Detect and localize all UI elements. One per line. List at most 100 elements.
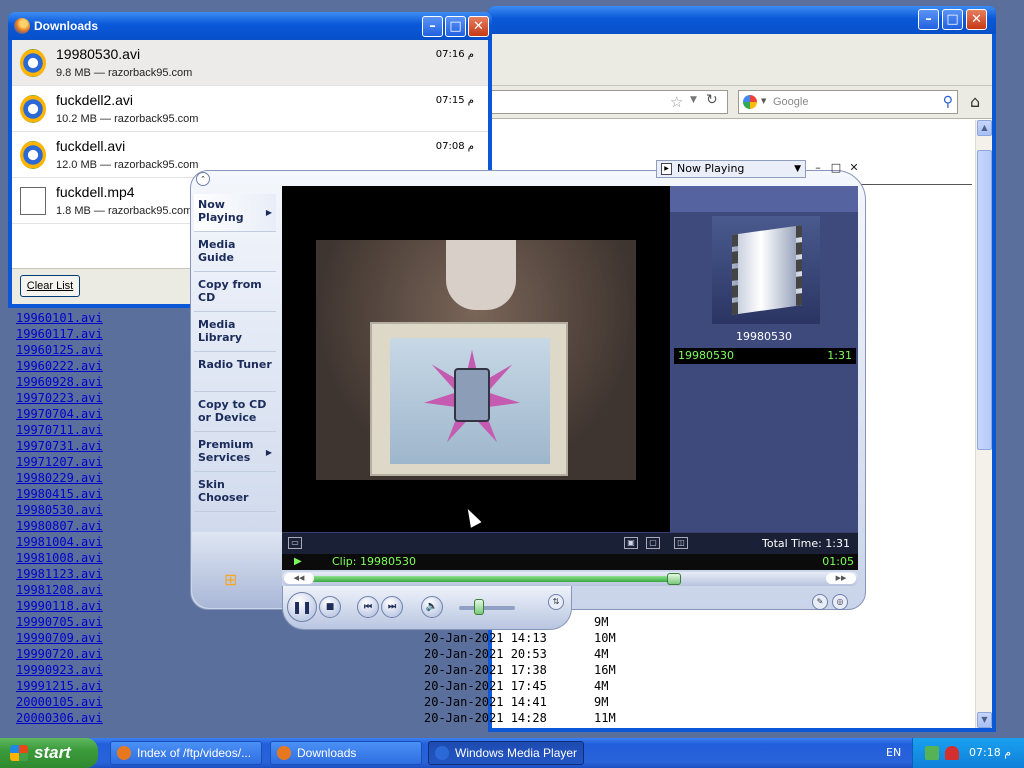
visualization-icon[interactable]: ▣ xyxy=(624,537,638,549)
scroll-thumb[interactable] xyxy=(977,150,992,450)
file-link[interactable]: 19971207.avi xyxy=(16,454,103,470)
file-link[interactable]: 19970711.avi xyxy=(16,422,103,438)
compact-mode-icon[interactable]: ◎ xyxy=(832,594,848,610)
task-skin-chooser[interactable]: Skin Chooser xyxy=(194,474,276,512)
maximize-button[interactable]: □ xyxy=(445,16,466,37)
start-button[interactable]: start xyxy=(0,738,98,768)
close-button[interactable]: ✕ xyxy=(846,160,862,176)
seek-thumb[interactable] xyxy=(667,573,681,585)
scroll-up-button[interactable]: ▲ xyxy=(977,120,992,136)
file-link[interactable]: 19990709.avi xyxy=(16,630,103,646)
file-link[interactable]: 20000306.avi xyxy=(16,710,103,726)
next-button[interactable]: ⏭ xyxy=(381,596,403,618)
listing-row: 19990923.avi 20-Jan-2021 17:38 16M xyxy=(10,662,650,678)
minimize-button[interactable]: – xyxy=(422,16,443,37)
close-button[interactable]: ✕ xyxy=(468,16,489,37)
listing-row: 20000105.avi 20-Jan-2021 14:41 9M xyxy=(10,694,650,710)
file-link[interactable]: 19991215.avi xyxy=(16,678,103,694)
show-menu-icon[interactable]: ▭ xyxy=(288,537,302,549)
file-link[interactable]: 19970223.avi xyxy=(16,390,103,406)
file-link[interactable]: 19990720.avi xyxy=(16,646,103,662)
maximize-button[interactable]: □ xyxy=(828,160,844,176)
home-icon[interactable]: ⌂ xyxy=(970,92,980,111)
task-media-guide[interactable]: Media Guide xyxy=(194,234,276,272)
equalizer-icon[interactable]: ⇅ xyxy=(548,594,564,610)
download-item[interactable]: 19980530.avi 9.8 MB — razorback95.com 07:1… xyxy=(12,40,488,86)
playlist-item-title: 19980530 xyxy=(678,349,734,362)
playlist-item[interactable]: 19980530 1:31 xyxy=(674,348,856,364)
video-picture-board xyxy=(370,322,568,476)
rewind-icon[interactable]: ◀◀ xyxy=(284,573,314,584)
task-premium-services[interactable]: Premium Services ▶ xyxy=(194,434,276,472)
listing-row: 19990720.avi 20-Jan-2021 20:53 4M xyxy=(10,646,650,662)
vertical-scrollbar[interactable]: ▲ ▼ xyxy=(975,120,992,728)
skin-mode-icon[interactable]: ✎ xyxy=(812,594,828,610)
task-now-playing[interactable]: Now Playing ▶ xyxy=(194,194,276,232)
taskbar-button[interactable]: Windows Media Player xyxy=(428,741,584,765)
file-link[interactable]: 20000105.avi xyxy=(16,694,103,710)
file-link[interactable]: 19990118.avi xyxy=(16,598,103,614)
playlist-item-duration: 1:31 xyxy=(827,349,852,362)
search-icon[interactable]: ⚲ xyxy=(943,94,953,110)
file-link[interactable]: 19960117.avi xyxy=(16,326,103,342)
maximize-button[interactable]: □ xyxy=(942,9,963,30)
task-media-library[interactable]: Media Library xyxy=(194,314,276,352)
bookmark-star-icon[interactable]: ☆ xyxy=(670,93,683,111)
search-bar[interactable]: ▼ Google ⚲ xyxy=(738,90,958,114)
status-bar: ▶ Clip: 19980530 01:05 xyxy=(282,554,858,570)
clock: 07:18 م xyxy=(969,746,1012,759)
language-indicator[interactable]: EN xyxy=(886,746,901,759)
file-link[interactable]: 19980807.avi xyxy=(16,518,103,534)
clear-list-button[interactable]: Clear List xyxy=(20,275,80,297)
fast-forward-icon[interactable]: ▶▶ xyxy=(826,573,856,584)
download-time: 07:16 م xyxy=(435,49,474,60)
file-link[interactable]: 19981123.avi xyxy=(16,566,103,582)
file-link[interactable]: 19970731.avi xyxy=(16,438,103,454)
menu-toggle-icon[interactable]: ⌃ xyxy=(196,172,210,186)
reload-icon[interactable]: ↻ xyxy=(706,92,718,108)
taskbar-button[interactable]: Index of /ftp/videos/... xyxy=(110,741,262,765)
url-bar[interactable]: ☆ ▼ ↻ xyxy=(492,90,728,114)
stop-button[interactable]: ■ xyxy=(319,596,341,618)
google-icon[interactable] xyxy=(743,95,757,109)
minimize-button[interactable]: – xyxy=(918,9,939,30)
scroll-down-button[interactable]: ▼ xyxy=(977,712,992,728)
taskbar-button[interactable]: Downloads xyxy=(270,741,422,765)
security-shield-icon[interactable] xyxy=(945,746,959,760)
file-link[interactable]: 19960125.avi xyxy=(16,342,103,358)
previous-button[interactable]: ⏮ xyxy=(357,596,379,618)
volume-thumb[interactable] xyxy=(474,599,484,615)
video-area[interactable] xyxy=(282,186,670,532)
view-dropdown[interactable]: ▶ Now Playing ▼ xyxy=(656,160,806,178)
task-copy-from-cd[interactable]: Copy from CD xyxy=(194,274,276,312)
dropdown-arrow-icon[interactable]: ▼ xyxy=(690,95,697,105)
pause-button[interactable]: ❚❚ xyxy=(287,592,317,622)
file-link[interactable]: 19990705.avi xyxy=(16,614,103,630)
media-file-icon xyxy=(20,95,46,123)
task-radio-tuner[interactable]: Radio Tuner xyxy=(194,354,276,392)
file-link[interactable]: 19990923.avi xyxy=(16,662,103,678)
network-icon[interactable] xyxy=(925,746,939,760)
fullscreen-icon[interactable]: ▢ xyxy=(646,537,660,549)
volume-slider[interactable] xyxy=(459,599,515,615)
shuffle-icon[interactable]: ◫ xyxy=(674,537,688,549)
file-link[interactable]: 19980229.avi xyxy=(16,470,103,486)
download-item[interactable]: fuckdell2.avi 10.2 MB — razorback95.com 07… xyxy=(12,86,488,132)
file-link[interactable]: 19970704.avi xyxy=(16,406,103,422)
file-link[interactable]: 19960928.avi xyxy=(16,374,103,390)
navigation-toolbar: ☆ ▼ ↻ ▼ Google ⚲ ⌂ xyxy=(492,86,992,119)
mute-button[interactable]: 🔈 xyxy=(421,596,443,618)
file-link[interactable]: 19960222.avi xyxy=(16,358,103,374)
close-button[interactable]: ✕ xyxy=(966,9,987,30)
file-link[interactable]: 19980415.avi xyxy=(16,486,103,502)
windows-flag-icon xyxy=(10,745,28,761)
file-link[interactable]: 19981004.avi xyxy=(16,534,103,550)
search-engine-dropdown-icon[interactable]: ▼ xyxy=(761,97,766,105)
file-link[interactable]: 19960101.avi xyxy=(16,310,103,326)
file-link[interactable]: 19981208.avi xyxy=(16,582,103,598)
seek-bar[interactable]: ◀◀ ▶▶ xyxy=(282,572,858,586)
file-link[interactable]: 19981008.avi xyxy=(16,550,103,566)
minimize-button[interactable]: – xyxy=(810,160,826,176)
file-link[interactable]: 19980530.avi xyxy=(16,502,103,518)
task-copy-to-cd-or-device[interactable]: Copy to CD or Device xyxy=(194,394,276,432)
